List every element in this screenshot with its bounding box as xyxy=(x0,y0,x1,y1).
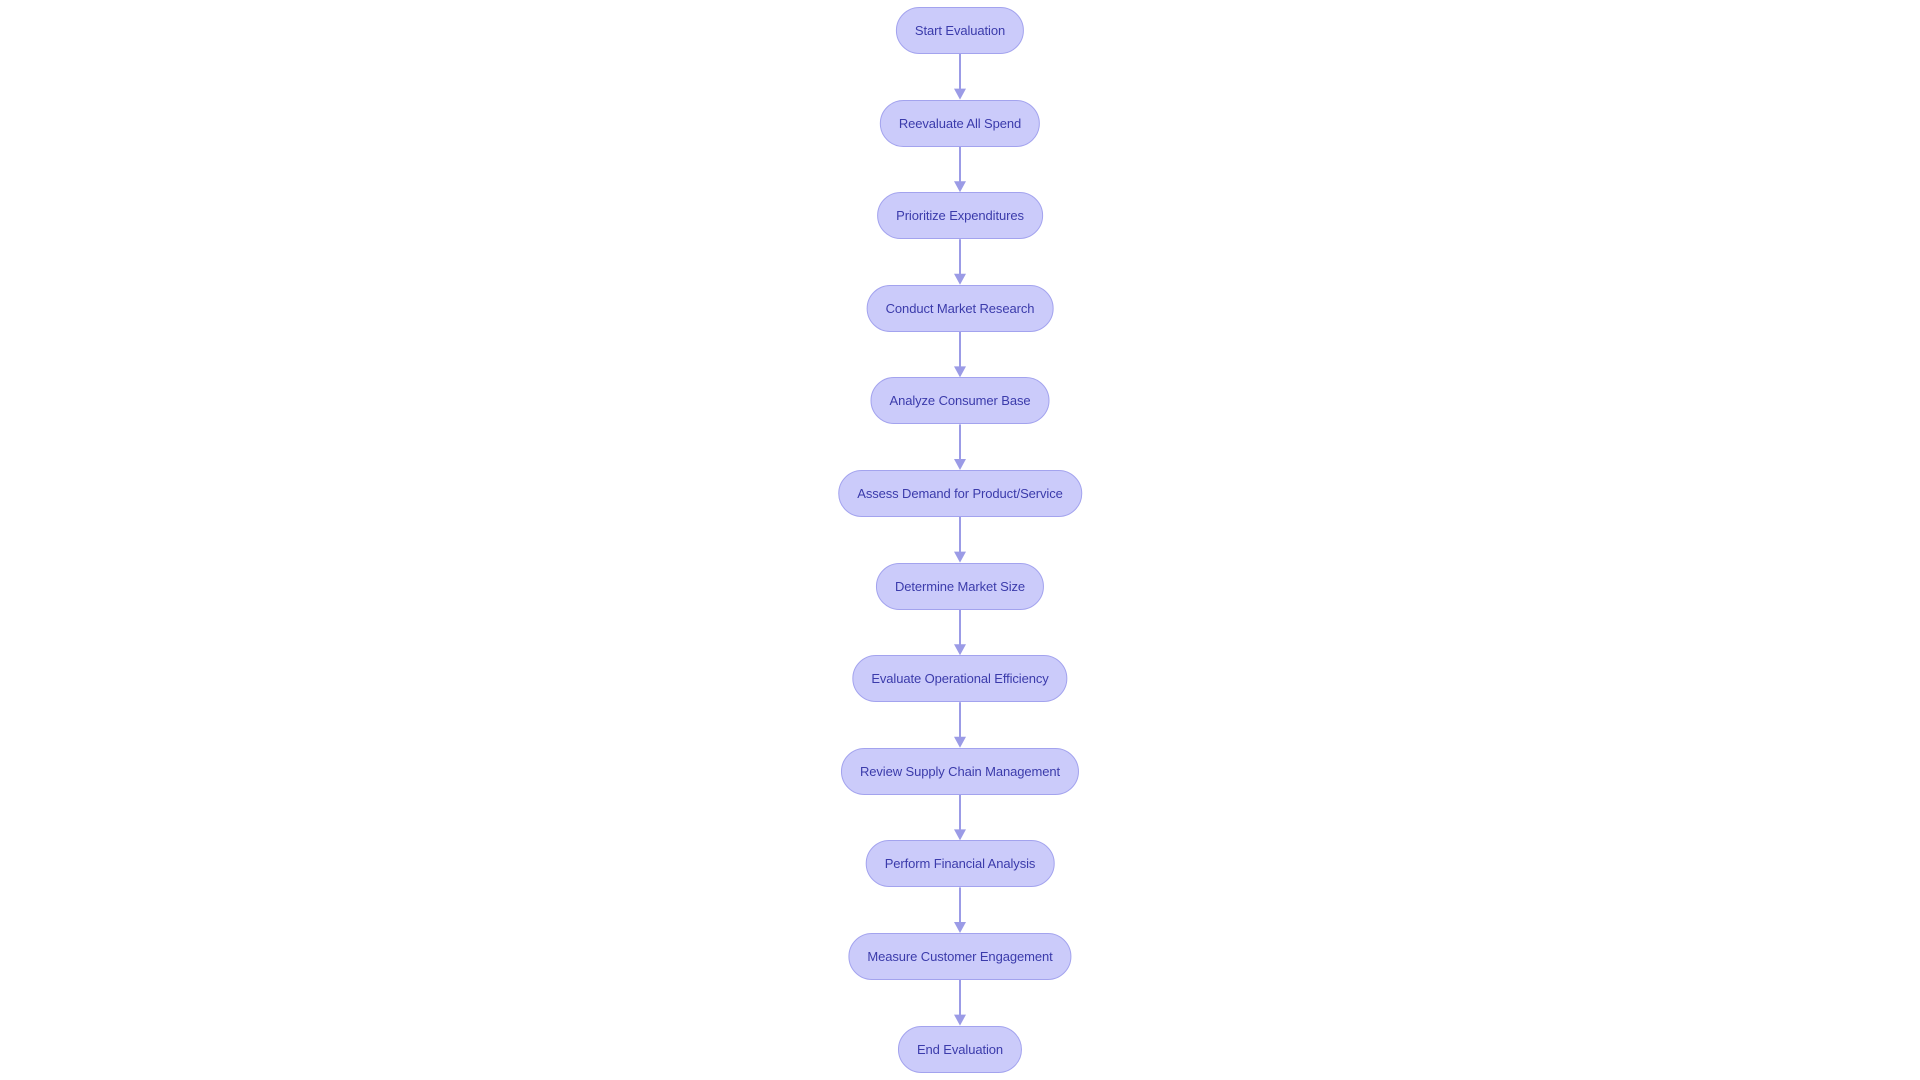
node-prioritize[interactable]: Prioritize Expenditures xyxy=(877,192,1043,240)
edge-efficiency-to-supply-chain xyxy=(954,702,966,748)
flowchart: Start Evaluation Reevaluate All Spend Pr… xyxy=(0,0,1920,1080)
node-market-size[interactable]: Determine Market Size xyxy=(875,562,1045,610)
node-end[interactable]: End Evaluation xyxy=(897,1025,1023,1073)
node-research[interactable]: Conduct Market Research xyxy=(866,284,1054,332)
node-start[interactable]: Start Evaluation xyxy=(895,7,1025,54)
edge-start-to-reevaluate xyxy=(954,54,966,100)
edge-consumer-to-demand xyxy=(954,424,966,470)
arrowhead-icon xyxy=(954,181,966,193)
arrowhead-icon xyxy=(954,644,966,656)
arrowhead-icon xyxy=(954,922,966,933)
node-demand[interactable]: Assess Demand for Product/Service xyxy=(838,470,1082,517)
edges-layer xyxy=(954,54,966,1026)
edge-prioritize-to-research xyxy=(954,239,966,285)
arrowhead-icon xyxy=(954,273,966,285)
node-reevaluate[interactable]: Reevaluate All Spend xyxy=(879,99,1041,147)
node-engagement[interactable]: Measure Customer Engagement xyxy=(848,933,1072,980)
arrowhead-icon xyxy=(954,551,966,563)
edge-demand-to-market-size xyxy=(954,517,966,563)
edge-financial-to-engagement xyxy=(954,887,966,933)
edge-reevaluate-to-prioritize xyxy=(954,146,966,193)
arrowhead-icon xyxy=(954,88,966,100)
edge-supply-chain-to-financial xyxy=(954,794,966,841)
node-efficiency[interactable]: Evaluate Operational Efficiency xyxy=(852,655,1068,703)
arrowhead-icon xyxy=(954,459,966,470)
node-financial[interactable]: Perform Financial Analysis xyxy=(865,840,1055,888)
node-consumer[interactable]: Analyze Consumer Base xyxy=(870,377,1050,425)
arrowhead-icon xyxy=(954,736,966,748)
arrowhead-icon xyxy=(954,829,966,841)
arrowhead-icon xyxy=(954,366,966,378)
arrowhead-icon xyxy=(954,1014,966,1026)
edge-research-to-consumer xyxy=(954,331,966,378)
edge-market-size-to-efficiency xyxy=(954,609,966,656)
node-supply-chain[interactable]: Review Supply Chain Management xyxy=(840,747,1080,795)
edge-engagement-to-end xyxy=(954,980,966,1026)
